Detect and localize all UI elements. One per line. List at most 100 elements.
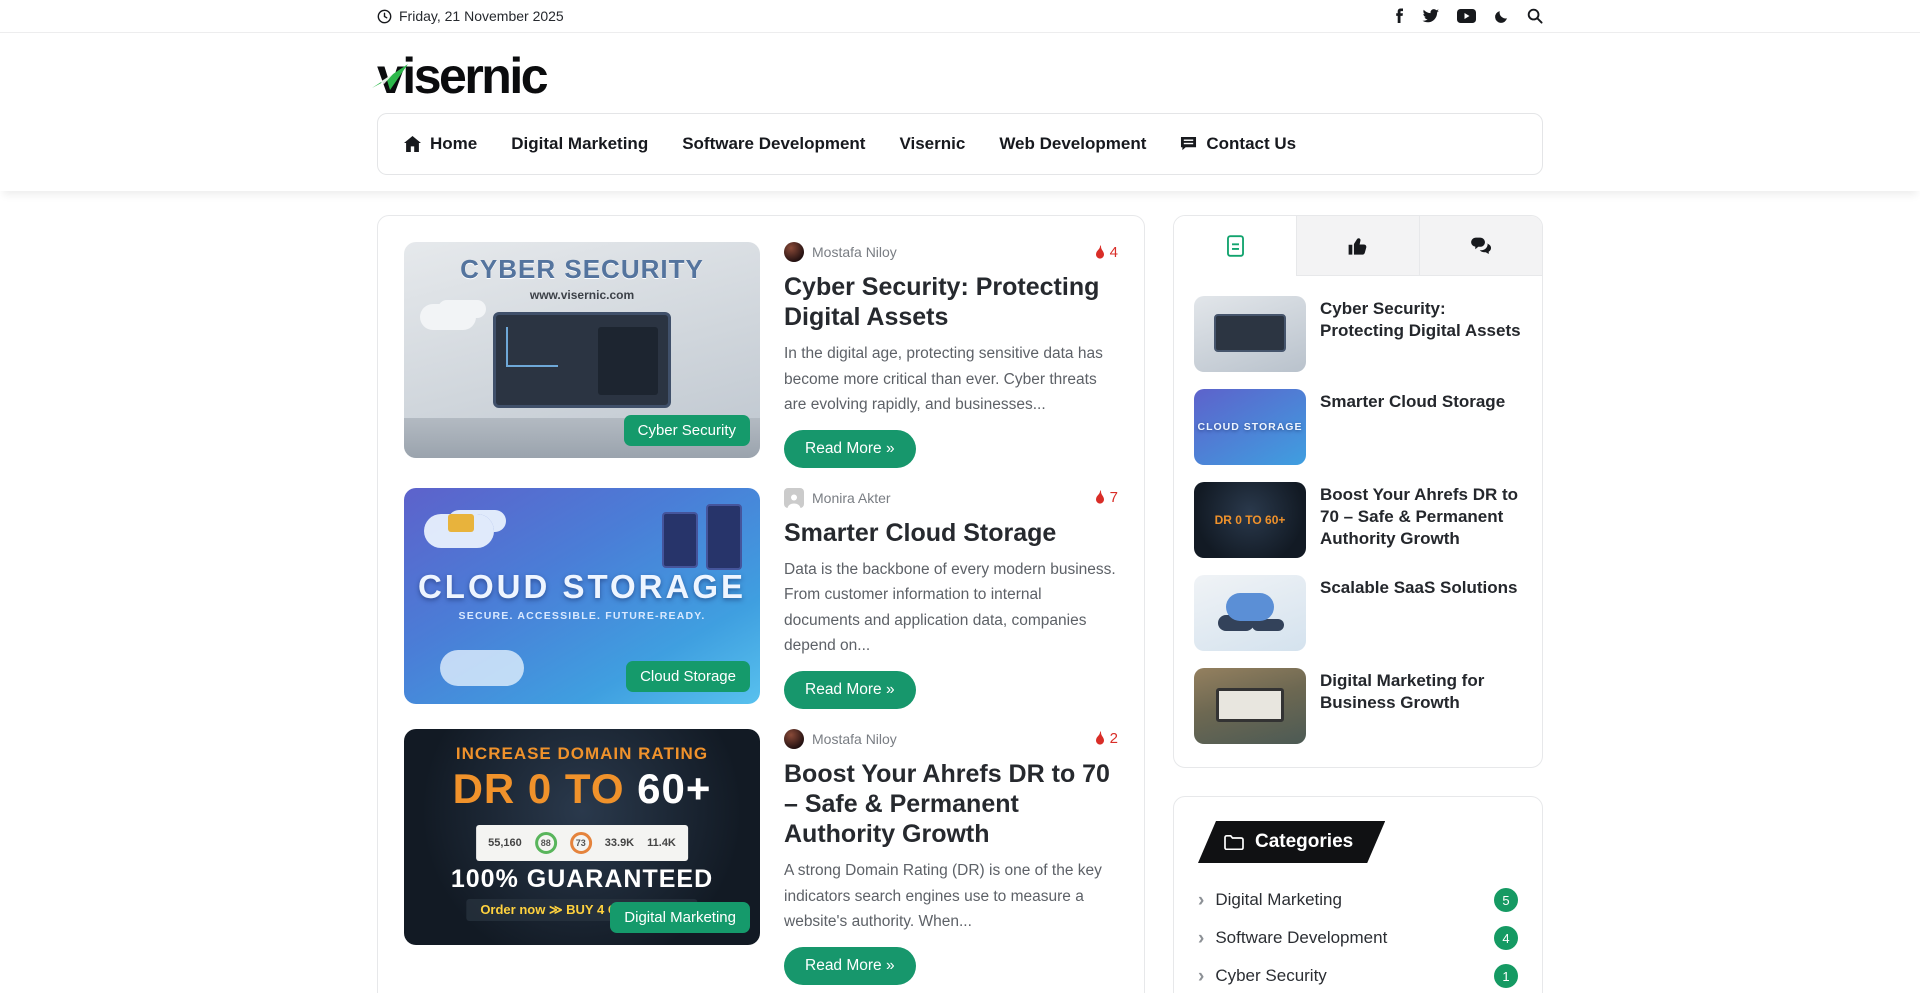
nav-item-digital-marketing[interactable]: Digital Marketing	[511, 134, 648, 154]
nav-label: Home	[430, 134, 477, 154]
author-avatar	[784, 488, 804, 508]
popular-item-digital-marketing[interactable]: Digital Marketing for Business Growth	[1194, 668, 1522, 744]
person-icon	[786, 492, 802, 508]
popular-posts-widget: Cyber Security: Protecting Digital Asset…	[1173, 215, 1543, 768]
post-title[interactable]: Smarter Cloud Storage	[784, 518, 1118, 548]
post-excerpt: Data is the backbone of every modern bus…	[784, 557, 1118, 659]
read-more-button[interactable]: Read More »	[784, 430, 916, 468]
post-heat: 2	[1094, 730, 1118, 747]
post-ahrefs-dr: INCREASE DOMAIN RATING DR 0 TO 60+ 55,16…	[404, 729, 1118, 985]
read-more-button[interactable]: Read More »	[784, 947, 916, 985]
category-count: 5	[1494, 888, 1518, 912]
server-shape	[662, 512, 698, 568]
category-link-digital-marketing[interactable]: Digital Marketing	[1198, 890, 1342, 910]
flame-icon	[1094, 731, 1106, 746]
image-subcaption: SECURE. ACCESSIBLE. FUTURE-READY.	[404, 610, 760, 622]
popular-thumbnail	[1194, 575, 1306, 651]
category-row: Software Development 4	[1198, 921, 1518, 955]
comments-icon	[1470, 236, 1493, 256]
popular-item-cyber-security[interactable]: Cyber Security: Protecting Digital Asset…	[1194, 296, 1522, 372]
site-header: visernic Home Digital Marketing Software…	[0, 33, 1920, 191]
nav-label: Contact Us	[1206, 134, 1296, 154]
author-avatar	[784, 242, 804, 262]
category-row: Cyber Security 1	[1198, 959, 1518, 993]
post-excerpt: In the digital age, protecting sensitive…	[784, 341, 1118, 418]
post-thumbnail[interactable]: CYBER SECURITY www.visernic.com Cyber Se…	[404, 242, 760, 458]
nav-label: Visernic	[899, 134, 965, 154]
category-badge[interactable]: Cloud Storage	[626, 661, 750, 692]
post-cloud-storage: CLOUD STORAGE SECURE. ACCESSIBLE. FUTURE…	[404, 488, 1118, 709]
post-title[interactable]: Cyber Security: Protecting Digital Asset…	[784, 272, 1118, 332]
tab-liked-posts[interactable]	[1296, 216, 1419, 276]
nav-item-contact-us[interactable]: Contact Us	[1180, 134, 1296, 154]
category-count: 4	[1494, 926, 1518, 950]
nav-item-visernic[interactable]: Visernic	[899, 134, 965, 154]
post-author[interactable]: Mostafa Niloy	[784, 729, 897, 749]
moon-icon[interactable]	[1494, 9, 1509, 24]
search-icon[interactable]	[1527, 8, 1543, 24]
nav-item-web-development[interactable]: Web Development	[999, 134, 1146, 154]
post-excerpt: A strong Domain Rating (DR) is one of th…	[784, 858, 1118, 935]
date-text: Friday, 21 November 2025	[399, 8, 564, 24]
image-caption: 100% GUARANTEED	[404, 865, 760, 894]
author-name: Mostafa Niloy	[812, 731, 897, 747]
post-heat: 7	[1094, 489, 1118, 506]
post-author[interactable]: Mostafa Niloy	[784, 242, 897, 262]
nav-item-home[interactable]: Home	[404, 134, 477, 154]
page: Friday, 21 November 2025 visernic Home	[0, 0, 1920, 993]
tab-comments[interactable]	[1419, 216, 1542, 276]
popular-item-cloud-storage[interactable]: CLOUD STORAGE Smarter Cloud Storage	[1194, 389, 1522, 465]
heat-count: 2	[1110, 730, 1118, 747]
popular-thumbnail	[1194, 668, 1306, 744]
cloud-shape	[420, 304, 476, 330]
categories-title: Categories	[1255, 831, 1353, 853]
nav-item-software-development[interactable]: Software Development	[682, 134, 865, 154]
sidebar: Cyber Security: Protecting Digital Asset…	[1173, 215, 1543, 993]
popular-item-ahrefs-dr[interactable]: DR 0 TO 60+ Boost Your Ahrefs DR to 70 –…	[1194, 482, 1522, 558]
post-thumbnail[interactable]: CLOUD STORAGE SECURE. ACCESSIBLE. FUTURE…	[404, 488, 760, 704]
server-shape	[706, 504, 742, 570]
author-name: Monira Akter	[812, 490, 891, 506]
facebook-icon[interactable]	[1394, 8, 1404, 24]
youtube-icon[interactable]	[1457, 9, 1476, 23]
site-logo[interactable]: visernic	[377, 51, 546, 101]
nav-label: Digital Marketing	[511, 134, 648, 154]
popular-title: Boost Your Ahrefs DR to 70 – Safe & Perm…	[1320, 482, 1522, 558]
clock-icon	[377, 9, 392, 24]
folder-shape	[448, 514, 474, 532]
popular-title: Scalable SaaS Solutions	[1320, 575, 1517, 651]
post-thumbnail[interactable]: INCREASE DOMAIN RATING DR 0 TO 60+ 55,16…	[404, 729, 760, 945]
widget-tabs	[1174, 216, 1542, 276]
flame-icon	[1094, 245, 1106, 260]
image-caption: CYBER SECURITY	[404, 254, 760, 285]
topbar-social	[1394, 8, 1543, 24]
popular-thumbnail: CLOUD STORAGE	[1194, 389, 1306, 465]
author-name: Mostafa Niloy	[812, 244, 897, 260]
categories-header: Categories	[1198, 821, 1385, 863]
main-nav: Home Digital Marketing Software Developm…	[377, 113, 1543, 175]
post-author[interactable]: Monira Akter	[784, 488, 891, 508]
current-date: Friday, 21 November 2025	[377, 8, 564, 24]
category-badge[interactable]: Cyber Security	[624, 415, 750, 446]
category-row: Digital Marketing 5	[1198, 883, 1518, 917]
image-caption: CLOUD STORAGE	[404, 568, 760, 606]
popular-thumbnail	[1194, 296, 1306, 372]
chat-bubble-icon	[1180, 136, 1197, 152]
heat-count: 7	[1110, 489, 1118, 506]
home-icon	[404, 136, 421, 152]
document-icon	[1226, 235, 1245, 257]
read-more-button[interactable]: Read More »	[784, 671, 916, 709]
popular-item-saas[interactable]: Scalable SaaS Solutions	[1194, 575, 1522, 651]
category-link-software-development[interactable]: Software Development	[1198, 928, 1387, 948]
post-title[interactable]: Boost Your Ahrefs DR to 70 – Safe & Perm…	[784, 759, 1118, 849]
popular-title: Smarter Cloud Storage	[1320, 389, 1505, 465]
image-subcaption: www.visernic.com	[404, 288, 760, 302]
twitter-icon[interactable]	[1422, 9, 1439, 23]
tab-recent-posts[interactable]	[1174, 216, 1296, 276]
category-link-cyber-security[interactable]: Cyber Security	[1198, 966, 1327, 986]
category-badge[interactable]: Digital Marketing	[610, 902, 750, 933]
folder-icon	[1224, 834, 1244, 850]
flame-icon	[1094, 490, 1106, 505]
popular-title: Cyber Security: Protecting Digital Asset…	[1320, 296, 1522, 372]
categories-list: Digital Marketing 5 Software Development…	[1198, 883, 1518, 993]
